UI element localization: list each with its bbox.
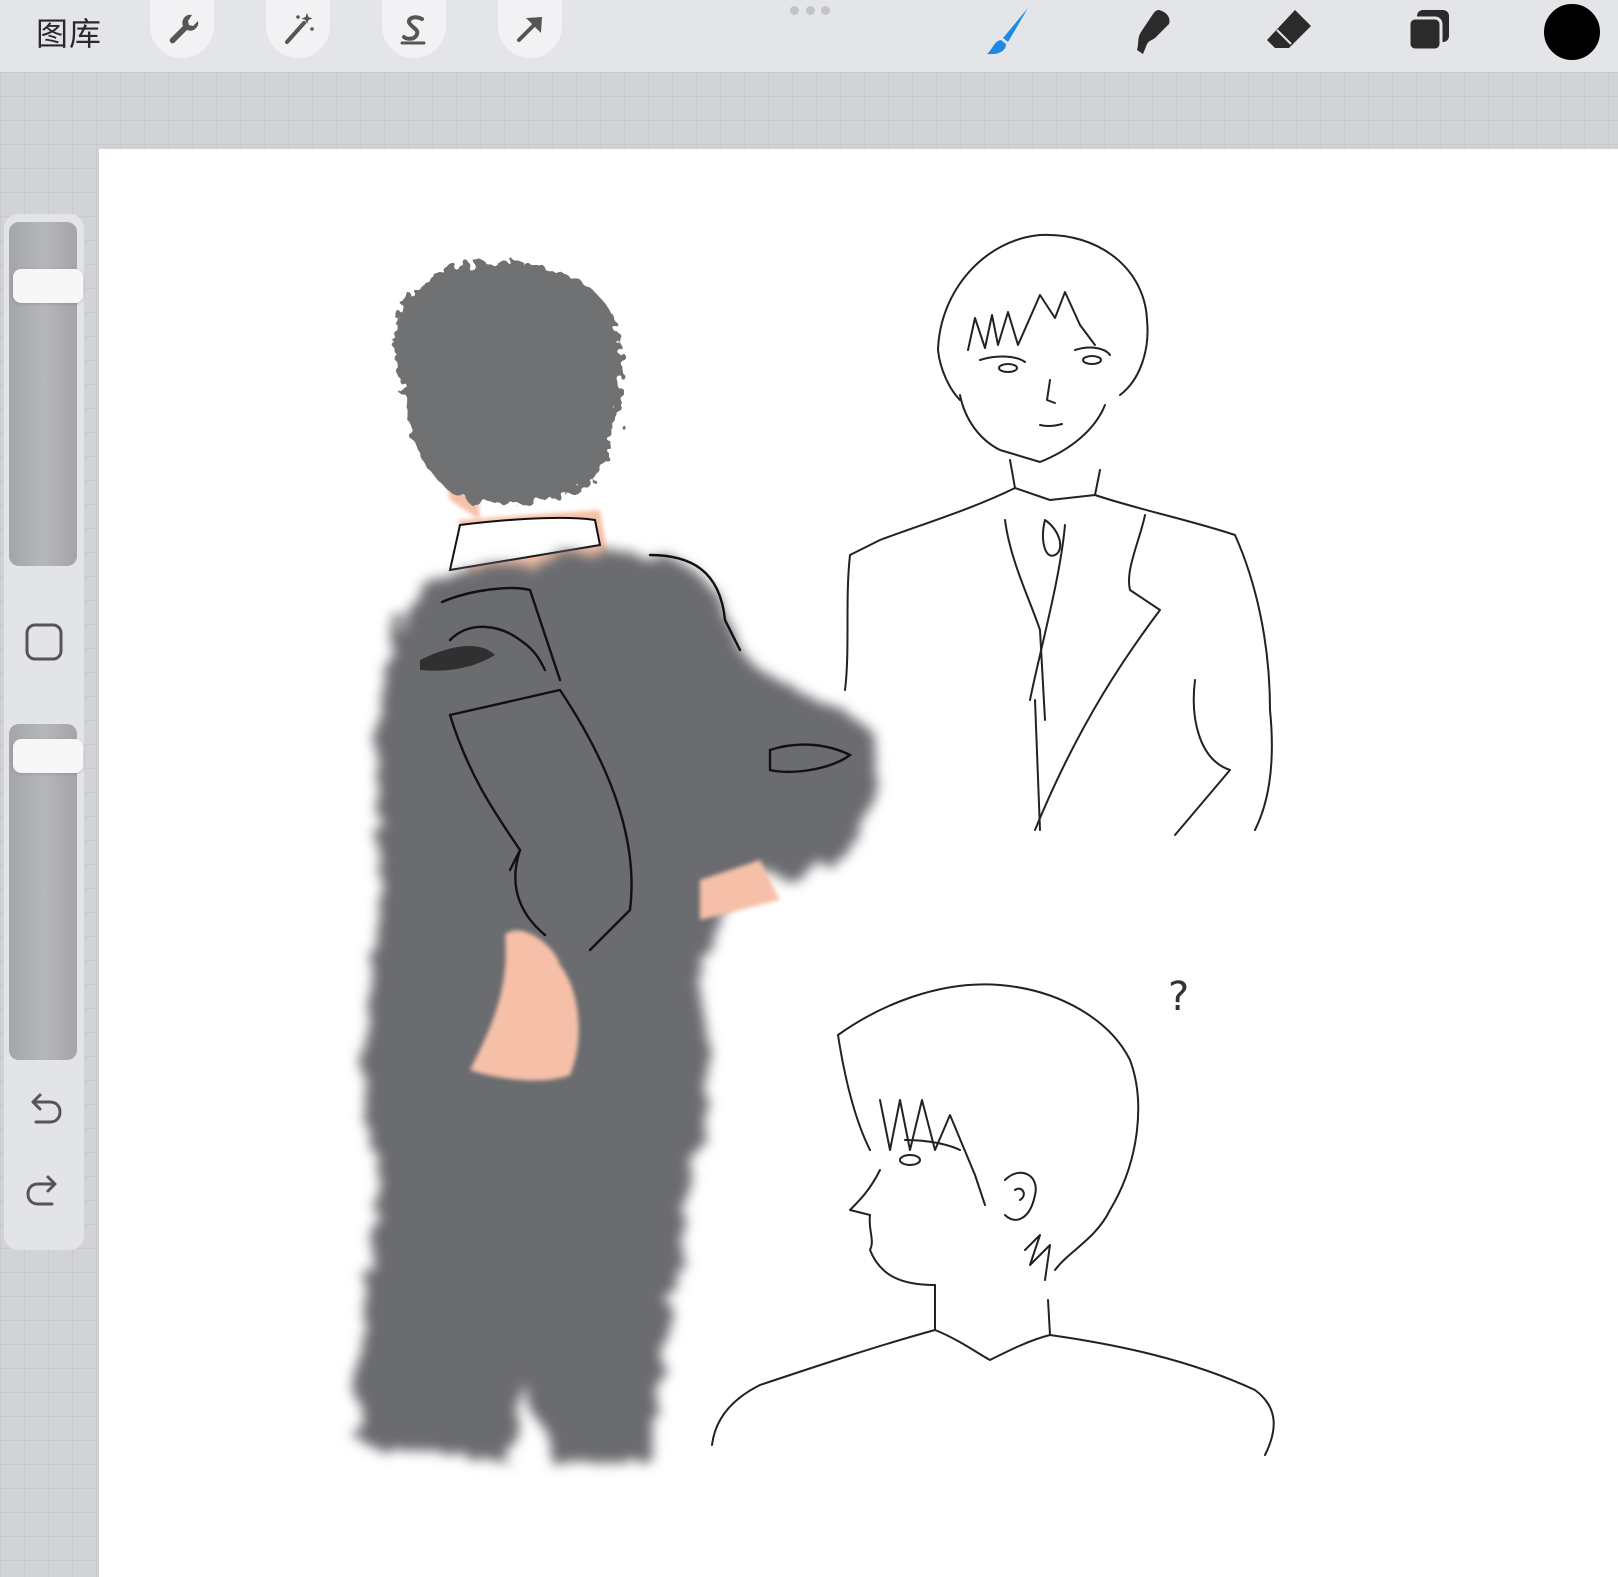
gallery-button[interactable]: 图库 (36, 10, 102, 58)
question-mark-annotation: ? (1168, 974, 1189, 1020)
layers-icon (1407, 10, 1449, 52)
smudge-icon (1137, 10, 1170, 54)
artwork: ? (357, 233, 1275, 1470)
transform-button[interactable] (498, 0, 562, 58)
wrench-icon (169, 14, 199, 44)
modify-square-icon (25, 623, 63, 661)
suit-fill (357, 552, 878, 1470)
figure-back-view (357, 260, 878, 1470)
opacity-slider-thumb[interactable] (13, 739, 83, 773)
sketch-front-view (844, 233, 1273, 836)
paint-tool-button[interactable] (978, 4, 1040, 60)
top-toolbar: 图库 (0, 0, 1618, 73)
adjustments-button[interactable] (266, 0, 330, 58)
redo-icon (26, 1175, 57, 1206)
brush-icon (987, 8, 1028, 55)
eraser-icon (1267, 10, 1311, 48)
transform-arrow-icon (517, 17, 542, 42)
brush-size-slider-thumb[interactable] (13, 269, 83, 303)
drawing-canvas[interactable]: ? (99, 149, 1618, 1577)
smudge-tool-button[interactable] (1118, 4, 1180, 60)
toolbar-grab-handle[interactable] (790, 6, 830, 16)
undo-icon (31, 1093, 62, 1124)
actions-button[interactable] (150, 0, 214, 58)
hair-fill (395, 260, 623, 505)
modify-button[interactable] (18, 616, 70, 668)
magic-wand-icon (285, 13, 314, 44)
color-swatch-button[interactable] (1542, 2, 1602, 62)
opacity-slider[interactable] (9, 724, 83, 1060)
layers-button[interactable] (1398, 4, 1460, 60)
selection-s-icon (400, 15, 426, 45)
selection-button[interactable] (382, 0, 446, 58)
undo-button[interactable] (18, 1082, 70, 1134)
left-sidebar (4, 214, 84, 1250)
redo-button[interactable] (18, 1164, 70, 1216)
eraser-tool-button[interactable] (1258, 4, 1320, 60)
sketch-side-view: ? (711, 974, 1275, 1456)
brush-size-slider[interactable] (9, 222, 83, 566)
